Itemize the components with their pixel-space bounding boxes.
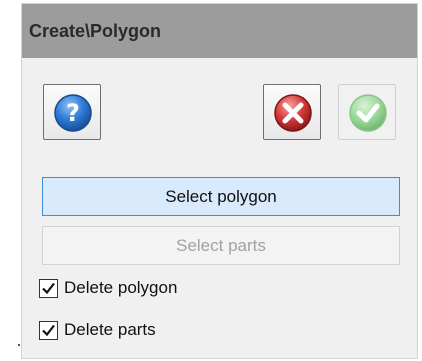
ok-button[interactable] — [338, 84, 396, 140]
delete-parts-label: Delete parts — [64, 320, 156, 339]
select-parts-button[interactable]: Select parts — [42, 226, 400, 265]
svg-text:?: ? — [66, 99, 80, 127]
cancel-icon — [274, 94, 312, 132]
delete-polygon-label: Delete polygon — [64, 278, 178, 297]
create-polygon-panel: Create\Polygon ? Select polygon Select p… — [21, 3, 418, 359]
delete-polygon-checkbox[interactable] — [39, 279, 58, 298]
panel-titlebar: Create\Polygon — [22, 4, 417, 58]
help-icon: ? — [54, 94, 92, 132]
checkmark-icon — [42, 282, 55, 295]
delete-parts-checkbox[interactable] — [39, 321, 58, 340]
checkmark-icon — [42, 324, 55, 337]
cancel-button[interactable] — [263, 84, 321, 140]
help-button[interactable]: ? — [43, 84, 101, 140]
select-polygon-button[interactable]: Select polygon — [42, 177, 400, 216]
panel-title: Create\Polygon — [29, 21, 162, 41]
ok-icon — [349, 94, 387, 132]
stray-dot — [18, 344, 20, 346]
